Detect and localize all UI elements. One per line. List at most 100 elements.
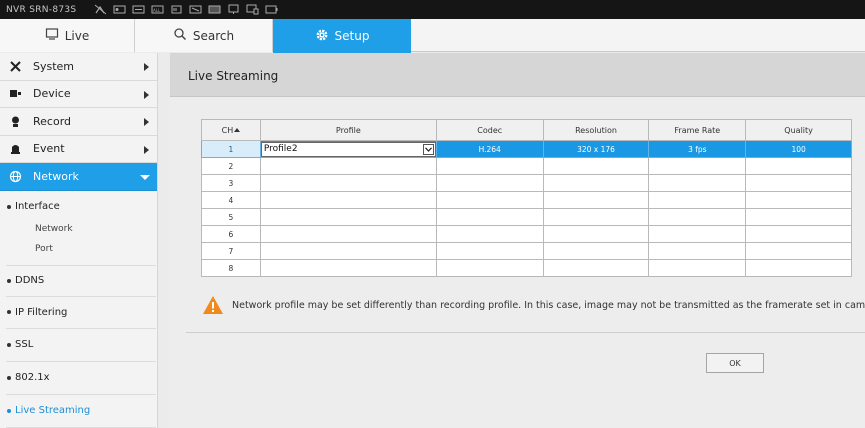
chevron-down-icon[interactable] [422,143,434,155]
table-row[interactable]: 7 [201,242,852,260]
submenu-interface[interactable]: Interface [0,200,157,214]
battery-icon [265,4,278,15]
cell-ch: 8 [201,259,261,277]
cell-codec [435,157,544,175]
cell-quality: 100 [745,140,852,158]
content-header: Live Streaming [170,53,865,97]
cell-codec [435,242,544,260]
cell-resolution [542,225,650,243]
submenu-ssl[interactable]: SSL [0,329,157,361]
sidebar-item-record[interactable]: Record [0,108,157,136]
submenu-live-streaming[interactable]: Live Streaming [0,395,157,427]
profile-select[interactable]: Profile2 [260,141,436,157]
sidebar-item-label: Event [33,142,65,156]
status-icons: ALL [94,4,278,15]
tab-setup[interactable]: Setup [273,19,411,53]
cell-frame-rate [648,191,747,209]
cell-resolution [542,242,650,260]
cell-codec [435,259,544,277]
cell-ch: 3 [201,174,261,192]
column-header-profile[interactable]: Profile [259,119,437,141]
monitor-icon [45,27,59,44]
record-all-icon: ALL [151,4,164,15]
bullet-icon [7,375,11,380]
tab-search[interactable]: Search [135,19,273,52]
column-header-quality[interactable]: Quality [745,119,852,141]
cell-quality [745,208,852,226]
cell-profile [259,208,437,226]
cell-ch: 6 [201,225,261,243]
cell-ch: 4 [201,191,261,209]
table-row[interactable]: 8 [201,259,852,277]
cell-codec: H.264 [435,140,544,158]
sidebar-item-label: Record [33,114,72,128]
sidebar-item-device[interactable]: Device [0,81,157,108]
column-header-codec[interactable]: Codec [435,119,544,141]
monitor-icon [227,4,240,15]
record-list-icon [132,4,145,15]
bullet-icon [7,408,11,413]
cell-profile [259,191,437,209]
submenu-port[interactable]: Port [0,239,157,259]
bullet-icon [7,278,11,283]
table-row[interactable]: 4 [201,191,852,209]
warning-icon [203,296,223,314]
table-row[interactable]: 3 [201,174,852,192]
device-model: NVR SRN-873S [6,4,77,15]
sidebar-item-event[interactable]: Event [0,136,157,163]
submenu-network[interactable]: Network [0,219,157,239]
gear-icon [315,28,329,45]
column-header-resolution[interactable]: Resolution [542,119,650,141]
cell-ch: 1 [201,140,261,158]
submenu-ip-filtering[interactable]: IP Filtering [0,297,157,328]
submenu-802-1x[interactable]: 802.1x [0,362,157,394]
tab-label: Live [64,28,90,43]
globe-icon [8,169,22,183]
submenu-label: Live Streaming [15,405,91,416]
submenu-ddns[interactable]: DDNS [0,266,157,296]
display-icon [246,4,259,15]
cell-quality [745,242,852,260]
cell-profile [259,157,437,175]
cell-resolution: 320 x 176 [542,140,650,158]
alarm-icon [8,142,22,156]
profile-select-value: Profile2 [263,143,298,154]
divider [6,426,156,428]
chevron-right-icon [144,145,149,154]
cell-ch: 7 [201,242,261,260]
cell-frame-rate: 3 fps [648,140,747,158]
sort-up-icon [234,127,241,132]
sidebar: System Device Record Event Network Inter… [0,53,158,428]
cell-frame-rate [648,174,747,192]
cell-quality [745,225,852,243]
tab-live[interactable]: Live [0,19,135,52]
chevron-down-icon [140,175,150,180]
cell-profile [259,225,437,243]
column-header-frame-rate[interactable]: Frame Rate [648,119,747,141]
table-row[interactable]: 6 [201,225,852,243]
chevron-right-icon [144,63,149,71]
submenu-label: Interface [15,201,60,212]
sidebar-item-label: System [33,59,75,73]
sidebar-item-network[interactable]: Network [0,163,157,191]
table-row[interactable]: 2 [201,157,852,175]
cell-frame-rate [648,225,747,243]
cell-profile [259,259,437,277]
ok-button[interactable]: OK [706,353,764,373]
cell-codec [435,174,544,192]
hdd-error-icon [189,4,202,15]
sidebar-item-system[interactable]: System [0,53,157,81]
cell-resolution [542,191,650,209]
submenu-label: DDNS [15,275,45,286]
notice-text: Network profile may be set differently t… [232,299,865,311]
table-row[interactable]: 5 [201,208,852,226]
column-header-ch[interactable]: CH [201,119,261,141]
cell-resolution [542,259,650,277]
bullet-icon [7,342,11,347]
table-row[interactable]: 1 Profile2 H.264 320 x 176 3 fps 100 [201,140,852,158]
cell-resolution [542,174,650,192]
cell-frame-rate [648,259,747,277]
cell-quality [745,174,852,192]
cell-codec [435,225,544,243]
sidebar-item-label: Device [33,87,71,101]
